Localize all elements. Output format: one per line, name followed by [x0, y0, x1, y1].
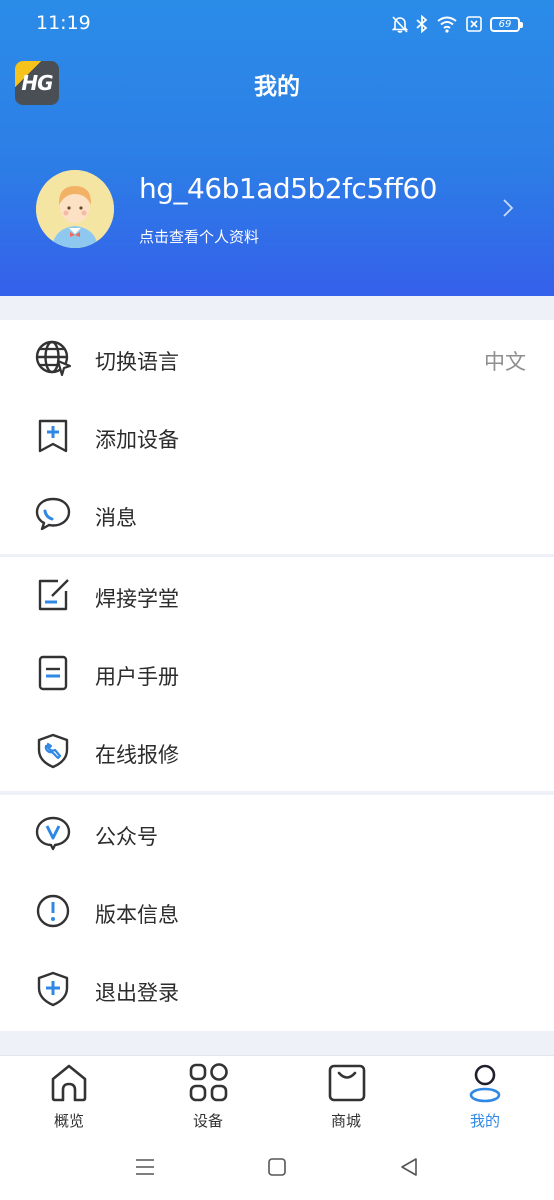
- menu-item-user-manual[interactable]: 用户手册: [0, 635, 554, 713]
- status-bar: 11:19 69: [0, 0, 554, 48]
- home-icon: [51, 1064, 87, 1102]
- menu-item-label: 添加设备: [95, 428, 179, 452]
- menu-item-label: 公众号: [95, 825, 158, 849]
- chevron-right-icon[interactable]: [502, 198, 514, 222]
- username: hg_46b1ad5b2fc5ff60: [139, 172, 437, 205]
- back-icon[interactable]: [399, 1157, 419, 1177]
- tab-label: 概览: [53, 1112, 84, 1130]
- menu-item-label: 退出登录: [95, 981, 179, 1005]
- message-bubble-icon: [34, 495, 72, 533]
- tab-mall[interactable]: 商城: [296, 1056, 396, 1144]
- tab-overview[interactable]: 概览: [19, 1056, 119, 1144]
- bluetooth-icon: [416, 15, 428, 33]
- page-title: 我的: [254, 74, 300, 100]
- profile-header: 11:19 69 HG 我的 hg_46b1ad5b2fc5ff60 点击查看个…: [0, 0, 554, 296]
- menu-item-messages[interactable]: 消息: [0, 476, 554, 554]
- profile-card[interactable]: hg_46b1ad5b2fc5ff60 点击查看个人资料: [0, 160, 554, 260]
- battery-icon: 69: [490, 16, 523, 32]
- menu-item-version-info[interactable]: 版本信息: [0, 873, 554, 951]
- status-time: 11:19: [36, 12, 91, 34]
- tab-mine[interactable]: 我的: [435, 1056, 535, 1144]
- menu-item-label: 焊接学堂: [95, 587, 179, 611]
- menu-item-label: 在线报修: [95, 743, 179, 767]
- devices-grid-icon: [189, 1063, 228, 1102]
- menu-item-label: 消息: [95, 506, 137, 530]
- menu-item-add-device[interactable]: 添加设备: [0, 398, 554, 476]
- person-icon: [469, 1064, 501, 1103]
- menu-item-label: 版本信息: [95, 903, 179, 927]
- menu-item-label: 用户手册: [95, 665, 179, 689]
- menu-item-logout[interactable]: 退出登录: [0, 951, 554, 1029]
- home-square-icon[interactable]: [267, 1157, 287, 1177]
- profile-subtitle: 点击查看个人资料: [139, 228, 260, 246]
- menu-group-2: 焊接学堂 用户手册 在线报修: [0, 557, 554, 791]
- v-bubble-icon: [34, 814, 72, 852]
- status-icons: 69: [392, 12, 523, 36]
- wrench-shield-icon: [34, 732, 72, 770]
- shopping-bag-icon: [328, 1064, 366, 1102]
- info-circle-icon: [34, 892, 72, 930]
- tab-label: 商城: [330, 1112, 361, 1130]
- menu-item-welding-school[interactable]: 焊接学堂: [0, 557, 554, 635]
- bookmark-plus-icon: [34, 417, 72, 455]
- tab-label: 我的: [469, 1112, 500, 1130]
- tab-label: 设备: [192, 1112, 223, 1130]
- menu-item-language[interactable]: 切换语言 中文: [0, 320, 554, 398]
- menu-item-label: 切换语言: [95, 350, 179, 374]
- wifi-icon: [436, 15, 458, 33]
- bottom-tab-bar: 概览 设备 商城 我的: [0, 1055, 554, 1143]
- edit-square-icon: [34, 576, 72, 614]
- manual-icon: [34, 654, 72, 692]
- menu-item-online-repair[interactable]: 在线报修: [0, 713, 554, 791]
- menu-group-1: 切换语言 中文 添加设备 消息: [0, 320, 554, 554]
- avatar[interactable]: [36, 170, 114, 248]
- system-nav-bar: [0, 1143, 554, 1200]
- bell-mute-icon: [392, 15, 408, 33]
- menu-icon[interactable]: [134, 1157, 156, 1177]
- tab-devices[interactable]: 设备: [158, 1056, 258, 1144]
- menu-group-3: 公众号 版本信息 退出登录: [0, 795, 554, 1031]
- shield-plus-icon: [34, 970, 72, 1008]
- menu-item-official-account[interactable]: 公众号: [0, 795, 554, 873]
- sim-x-icon: [466, 16, 482, 32]
- globe-icon: [34, 339, 72, 377]
- language-value: 中文: [484, 350, 526, 374]
